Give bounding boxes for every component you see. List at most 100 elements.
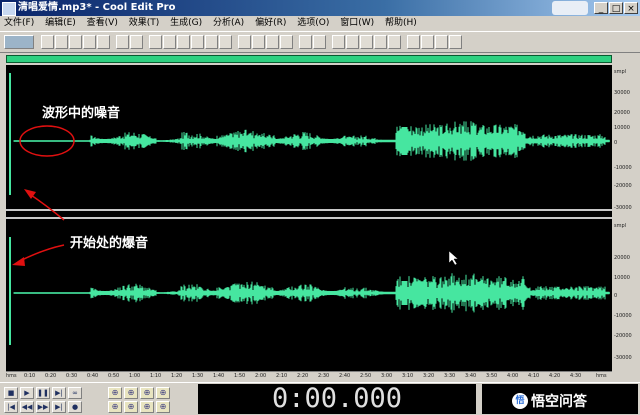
timeline-label: 3:10 [402, 373, 414, 379]
menu-edit[interactable]: 编辑(E) [41, 16, 80, 30]
metronome-icon[interactable] [407, 35, 420, 49]
timeline-label: 3:00 [381, 373, 393, 379]
waveform-view-icon[interactable] [332, 35, 345, 49]
timeline-label: 2:10 [276, 373, 288, 379]
copy-new-icon[interactable] [163, 35, 176, 49]
pause-icon[interactable]: ❚❚ [36, 387, 50, 399]
ruler-tick: -30000 [614, 355, 632, 361]
new-icon[interactable] [41, 35, 54, 49]
open-icon[interactable] [55, 35, 68, 49]
window-title: 清唱爱情.mp3* - Cool Edit Pro [18, 2, 176, 13]
timeline-label: 3:40 [465, 373, 477, 379]
loop-icon[interactable] [266, 35, 279, 49]
menu-generate[interactable]: 生成(G) [166, 16, 206, 30]
mode-switch-icon[interactable] [4, 35, 34, 49]
tone-icon[interactable] [360, 35, 373, 49]
ruler-unit-bottom: smpl [614, 223, 627, 229]
time-ruler: hms 0:10 0:20 0:30 0:40 0:50 1:00 1:10 1:20 1:30 1… [6, 371, 612, 382]
ruler-tick: -30000 [614, 205, 632, 211]
ruler-tick: 0 [614, 293, 618, 299]
close-file-icon[interactable] [97, 35, 110, 49]
select-all-icon[interactable] [252, 35, 265, 49]
mix-paste-icon[interactable] [219, 35, 232, 49]
app-icon [2, 2, 16, 16]
left-channel-waveform [13, 121, 610, 161]
go-start-icon[interactable]: |◀ [4, 401, 18, 413]
timeline-label: 4:30 [570, 373, 582, 379]
zoom-out-v-icon[interactable]: ⊕ [108, 401, 122, 413]
zoom-full-icon[interactable]: ⊕ [140, 387, 154, 399]
rewind-icon[interactable]: ◀◀ [20, 401, 34, 413]
ruler-tick: 20000 [614, 110, 630, 116]
spectral-view-icon[interactable] [346, 35, 359, 49]
redo-icon[interactable] [130, 35, 143, 49]
zoom-right-icon[interactable]: ⊕ [156, 401, 170, 413]
watermark-badge: 悟 悟空问答 [512, 391, 587, 411]
timeline-label: 3:20 [423, 373, 435, 379]
menu-help[interactable]: 帮助(H) [381, 16, 421, 30]
timeline-label: 0:30 [66, 373, 78, 379]
pop-annotation: 开始处的爆音 [70, 236, 149, 251]
overview-bar[interactable] [6, 55, 612, 63]
watermark-text: 悟空问答 [531, 394, 587, 410]
save-icon[interactable] [69, 35, 82, 49]
ruler-tick: 0 [614, 140, 618, 146]
watermark-circle: 悟 [512, 393, 528, 409]
cut-icon[interactable] [177, 35, 190, 49]
ruler-tick: -20000 [614, 333, 632, 339]
paste-new-icon[interactable] [205, 35, 218, 49]
minimize-button[interactable]: _ [594, 2, 608, 14]
settings-icon[interactable] [421, 35, 434, 49]
amplitude-ruler: smpl 30000 20000 10000 0 -10000 -20000 -… [612, 65, 640, 371]
menu-view[interactable]: 查看(V) [83, 16, 122, 30]
ruler-tick: 10000 [614, 125, 630, 131]
maximize-button[interactable]: □ [609, 2, 623, 14]
ruler-tick: -10000 [614, 165, 632, 171]
menu-options[interactable]: 选项(O) [293, 16, 333, 30]
noise-reduce-icon[interactable] [374, 35, 387, 49]
time-display: 0:00.000 [198, 384, 476, 414]
zoom-in-h-icon[interactable]: ⊕ [108, 387, 122, 399]
timeline-label: 2:20 [297, 373, 309, 379]
menu-effects[interactable]: 效果(T) [125, 16, 164, 30]
menu-file[interactable]: 文件(F) [0, 16, 38, 30]
menu-favorites[interactable]: 偏好(R) [251, 16, 290, 30]
menu-window[interactable]: 窗口(W) [336, 16, 378, 30]
play-icon[interactable]: ▶ [20, 387, 34, 399]
timeline-label: 0:10 [24, 373, 36, 379]
right-channel-waveform [13, 273, 610, 313]
timeline-unit-end: hms [596, 373, 607, 379]
timeline-label: 2:00 [255, 373, 267, 379]
timeline-label: 4:20 [549, 373, 561, 379]
eq-icon[interactable] [388, 35, 401, 49]
record-icon[interactable]: ● [68, 401, 82, 413]
zoom-left-icon[interactable]: ⊕ [140, 401, 154, 413]
fast-forward-icon[interactable]: ▶▶ [36, 401, 50, 413]
pop-arrow-up [24, 189, 65, 221]
ruler-unit-top: smpl [614, 69, 627, 75]
zoom-selection-icon[interactable]: ⊕ [124, 401, 138, 413]
timeline-label: 1:00 [129, 373, 141, 379]
timeline-label: 1:10 [150, 373, 162, 379]
close-button[interactable]: × [624, 2, 638, 14]
play-to-end-icon[interactable]: ▶| [52, 387, 66, 399]
zoom-out-h-icon[interactable]: ⊕ [124, 387, 138, 399]
paste-icon[interactable] [191, 35, 204, 49]
timeline-label: 1:50 [234, 373, 246, 379]
go-end-icon[interactable]: ▶| [52, 401, 66, 413]
undo-icon[interactable] [116, 35, 129, 49]
normalize-icon[interactable] [280, 35, 293, 49]
ruler-tick: -10000 [614, 313, 632, 319]
zoom-in-v-icon[interactable]: ⊕ [156, 387, 170, 399]
crop-icon[interactable] [238, 35, 251, 49]
loop-play-icon[interactable]: ∞ [68, 387, 82, 399]
timeline-label: 4:00 [507, 373, 519, 379]
silence-icon[interactable] [299, 35, 312, 49]
save-all-icon[interactable] [83, 35, 96, 49]
copy-icon[interactable] [149, 35, 162, 49]
cd-icon[interactable] [435, 35, 448, 49]
amplify-icon[interactable] [313, 35, 326, 49]
help-icon[interactable] [449, 35, 462, 49]
stop-icon[interactable]: ■ [4, 387, 18, 399]
menu-analyze[interactable]: 分析(A) [209, 16, 248, 30]
